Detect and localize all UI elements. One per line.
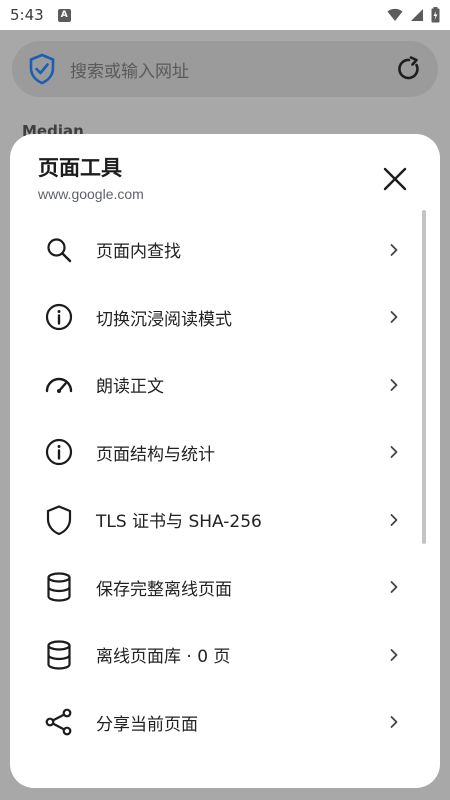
search-icon (44, 235, 74, 265)
menu-item-label: 分享当前页面 (96, 714, 198, 735)
status-bar: 5:43 A (0, 0, 450, 30)
chevron-right-icon (384, 442, 404, 462)
chevron-right-icon (384, 645, 404, 665)
menu-item-label: TLS 证书与 SHA-256 (96, 512, 262, 533)
menu-item-tls-certificate[interactable]: TLS 证书与 SHA-256 (10, 486, 420, 554)
close-icon (383, 167, 407, 191)
battery-icon (431, 7, 440, 23)
menu-item-share-page[interactable]: 分享当前页面 (10, 689, 420, 757)
info-icon (44, 302, 74, 332)
menu-item-label: 切换沉浸阅读模式 (96, 309, 232, 330)
chevron-right-icon (384, 510, 404, 530)
chevron-right-icon (384, 307, 404, 327)
scrollbar[interactable] (422, 210, 426, 544)
chevron-right-icon (384, 240, 404, 260)
address-bar[interactable]: 搜索或输入网址 (12, 41, 438, 97)
menu-item-offline-library[interactable]: 离线页面库 · 0 页 (10, 621, 420, 689)
page-tools-sheet: 页面工具 www.google.com 页面内查找 切换沉浸阅读模式 朗读正文 … (10, 134, 440, 788)
sheet-title: 页面工具 (38, 156, 122, 180)
menu-item-page-stats[interactable]: 页面结构与统计 (10, 419, 420, 487)
status-icons (387, 7, 440, 23)
database-icon (44, 572, 74, 602)
menu-item-label: 朗读正文 (96, 377, 164, 398)
menu-item-reader-mode[interactable]: 切换沉浸阅读模式 (10, 284, 420, 352)
wifi-icon (387, 8, 403, 21)
signal-icon (411, 9, 423, 21)
address-placeholder: 搜索或输入网址 (70, 61, 189, 82)
tools-menu: 页面内查找 切换沉浸阅读模式 朗读正文 页面结构与统计 TLS 证书与 SHA-… (10, 216, 420, 756)
sheet-url: www.google.com (38, 186, 144, 202)
gauge-icon (44, 370, 74, 400)
menu-item-label: 页面内查找 (96, 242, 181, 263)
reload-icon[interactable] (396, 56, 422, 82)
menu-item-label: 页面结构与统计 (96, 444, 215, 465)
status-time: 5:43 (10, 6, 44, 24)
info-icon (44, 437, 74, 467)
menu-item-label: 离线页面库 · 0 页 (96, 647, 231, 668)
shield-check-icon (29, 53, 55, 85)
menu-item-label: 保存完整离线页面 (96, 579, 232, 600)
chevron-right-icon (384, 712, 404, 732)
notification-icon: A (57, 8, 71, 22)
menu-item-find-in-page[interactable]: 页面内查找 (10, 216, 420, 284)
chevron-right-icon (384, 375, 404, 395)
chevron-right-icon (384, 577, 404, 597)
close-button[interactable] (376, 160, 414, 198)
menu-item-save-offline[interactable]: 保存完整离线页面 (10, 554, 420, 622)
share-icon (44, 707, 74, 737)
menu-item-read-aloud[interactable]: 朗读正文 (10, 351, 420, 419)
database-icon (44, 640, 74, 670)
shield-icon (44, 505, 74, 535)
